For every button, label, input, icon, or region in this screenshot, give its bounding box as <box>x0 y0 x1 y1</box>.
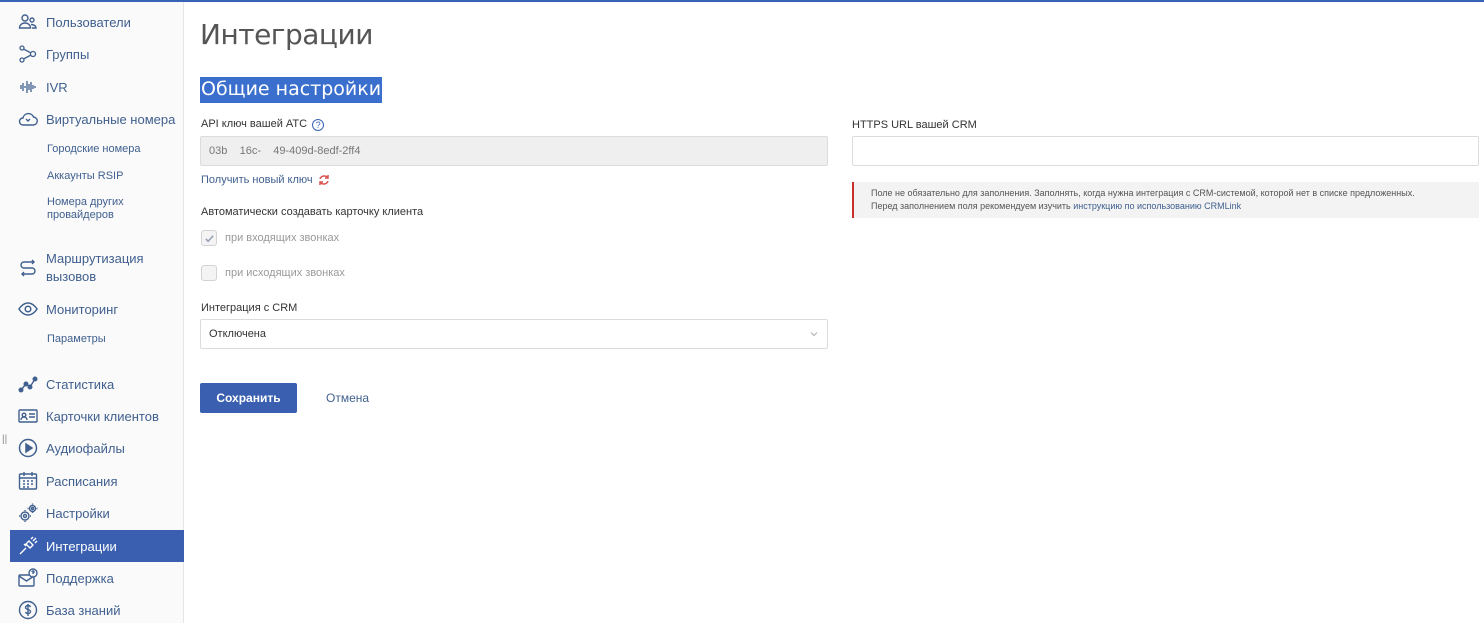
crm-url-input[interactable] <box>852 136 1479 166</box>
client-card-icon <box>17 405 39 427</box>
sidebar-item-call-routing[interactable]: Маршрутизация вызовов <box>10 248 184 288</box>
cancel-button[interactable]: Отмена <box>316 383 379 413</box>
groups-icon <box>17 43 39 65</box>
notice-line-1: Поле не обязательно для заполнения. Запо… <box>871 188 1415 198</box>
notice-line-2-prefix: Перед заполнением поля рекомендуем изучи… <box>871 201 1074 211</box>
sidebar-subitem-rsip-accounts[interactable]: Аккаунты RSIP <box>47 170 123 183</box>
sidebar-item-users[interactable]: Пользователи <box>10 6 184 38</box>
api-key-label-text: API ключ вашей АТС <box>201 118 308 130</box>
crm-url-label: HTTPS URL вашей CRM <box>852 119 977 131</box>
sidebar-item-label: Виртуальные номера <box>46 111 176 127</box>
crm-integration-label: Интеграция с CRM <box>201 302 298 314</box>
crm-url-notice: Поле не обязательно для заполнения. Запо… <box>852 182 1479 218</box>
sidebar-item-label: Мониторинг <box>46 301 119 317</box>
save-button[interactable]: Сохранить <box>200 383 297 413</box>
outgoing-calls-option[interactable]: при исходящих звонках <box>201 265 345 281</box>
calendar-icon <box>17 470 39 492</box>
sidebar: Пользователи Группы IVR Виртуальные номе… <box>0 2 184 623</box>
sidebar-item-label: Настройки <box>46 505 110 521</box>
sidebar-item-knowledge-base[interactable]: База знаний <box>10 594 184 623</box>
sidebar-item-schedules[interactable]: Расписания <box>10 465 184 497</box>
sidebar-item-label: Карточки клиентов <box>46 408 159 424</box>
refresh-icon <box>318 175 329 185</box>
top-accent-line <box>0 0 1484 2</box>
statistics-icon <box>17 373 39 395</box>
incoming-calls-label: при входящих звонках <box>225 232 340 244</box>
sidebar-item-groups[interactable]: Группы <box>10 38 184 70</box>
play-icon <box>17 437 39 459</box>
incoming-calls-checkbox[interactable] <box>201 230 217 246</box>
knowledge-base-icon <box>17 599 39 621</box>
section-title: Общие настройки <box>200 77 383 103</box>
crmlink-instruction-link[interactable]: инструкцию по использованию CRMLink <box>1073 201 1241 211</box>
notice-line-2: Перед заполнением поля рекомендуем изучи… <box>871 200 1479 213</box>
sidebar-item-label: Маршрутизация вызовов <box>46 251 144 284</box>
sidebar-subitem-city-numbers[interactable]: Городские номера <box>47 143 141 156</box>
sidebar-subitem-parameters[interactable]: Параметры <box>47 333 106 346</box>
sidebar-item-label: Поддержка <box>46 570 114 586</box>
incoming-calls-option[interactable]: при входящих звонках <box>201 230 339 246</box>
api-key-field[interactable] <box>200 136 828 166</box>
sidebar-item-audio-files[interactable]: Аудиофайлы <box>10 432 184 464</box>
cloud-phone-icon <box>17 108 39 130</box>
sidebar-collapse-handle[interactable]: || <box>2 434 7 445</box>
sidebar-subitem-other-providers[interactable]: Номера других провайдеров <box>47 196 147 222</box>
sidebar-item-label: Статистика <box>46 376 115 392</box>
crm-integration-selected: Отключена <box>209 328 266 340</box>
get-new-key-label: Получить новый ключ <box>201 174 313 186</box>
sidebar-item-statistics[interactable]: Статистика <box>10 368 184 400</box>
get-new-key-link[interactable]: Получить новый ключ <box>201 174 330 186</box>
help-icon[interactable]: ? <box>312 119 325 131</box>
sidebar-item-ivr[interactable]: IVR <box>10 71 184 103</box>
sidebar-item-label: Группы <box>46 46 90 62</box>
sidebar-item-monitoring[interactable]: Мониторинг <box>10 293 184 325</box>
routing-icon <box>17 257 39 279</box>
sidebar-item-label: Расписания <box>46 473 118 489</box>
sidebar-item-label: Пользователи <box>46 14 131 30</box>
sidebar-item-virtual-numbers[interactable]: Виртуальные номера <box>10 103 184 135</box>
sidebar-item-client-cards[interactable]: Карточки клиентов <box>10 400 184 432</box>
sidebar-item-label: Интеграции <box>46 538 117 554</box>
users-icon <box>17 11 39 33</box>
chevron-down-icon <box>810 332 818 337</box>
sidebar-item-support[interactable]: Поддержка <box>10 562 184 594</box>
plug-icon <box>17 535 39 557</box>
sidebar-item-label: База знаний <box>46 602 121 618</box>
api-key-label: API ключ вашей АТС ? <box>201 118 325 131</box>
outgoing-calls-label: при исходящих звонках <box>225 267 345 279</box>
support-mail-icon <box>17 567 39 589</box>
auto-card-label: Автоматически создавать карточку клиента <box>201 206 424 218</box>
outgoing-calls-checkbox[interactable] <box>201 265 217 281</box>
sidebar-item-label: Аудиофайлы <box>46 440 125 456</box>
gears-icon <box>17 502 39 524</box>
sidebar-item-label: IVR <box>46 79 68 95</box>
page-title: Интеграции <box>200 18 373 51</box>
eye-icon <box>17 298 39 320</box>
ivr-waveform-icon <box>17 76 39 98</box>
crm-integration-select[interactable]: Отключена <box>200 319 828 349</box>
sidebar-item-settings[interactable]: Настройки <box>10 497 184 529</box>
checkmark-icon <box>204 234 214 242</box>
sidebar-item-integrations[interactable]: Интеграции <box>10 530 184 562</box>
